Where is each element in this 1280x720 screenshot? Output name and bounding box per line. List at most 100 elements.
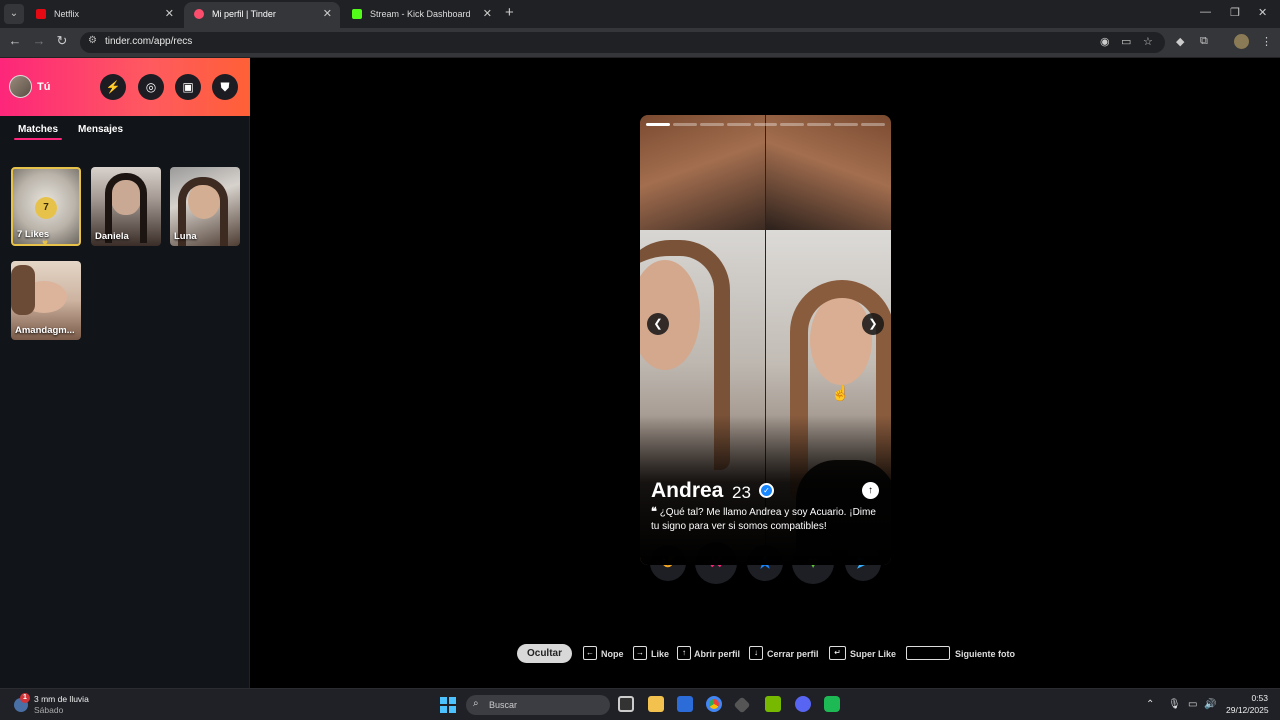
photo-progress-segment[interactable]: [672, 123, 697, 126]
photo-progress-segment[interactable]: [699, 123, 724, 126]
key-left-icon: ←: [583, 646, 597, 660]
photo-progress-segment[interactable]: [726, 123, 751, 126]
browser-tab-strip: ⌄ Netflix ✕ Mi perfil | Tinder ✕ Stream …: [0, 0, 1280, 28]
extension-diamond-icon[interactable]: ◆: [1176, 35, 1184, 48]
key-right-icon: →: [633, 646, 647, 660]
profile-age: 23: [732, 483, 751, 502]
discord-icon[interactable]: [795, 696, 811, 712]
weather-alert-badge: 1: [20, 693, 30, 703]
browser-toolbar: ← → ↻ ⚙ tinder.com/app/recs ◉ ▭ ☆ ◆ ⧉ ⋮: [0, 28, 1280, 57]
search-icon: ⌕: [473, 698, 479, 709]
close-window-icon[interactable]: ✕: [1258, 6, 1267, 19]
restore-icon[interactable]: ❐: [1230, 6, 1240, 19]
next-photo-button[interactable]: ❯: [862, 313, 884, 335]
shield-icon[interactable]: ⛊: [212, 74, 238, 100]
location-icon[interactable]: ◉: [1100, 35, 1110, 48]
key-space-icon: [906, 646, 950, 660]
photo-progress-segment[interactable]: [753, 123, 778, 126]
sidebar: Tú ⚡ ◎ ▣ ⛊ Matches Mensajes 7 7 Likes ♥ …: [0, 58, 250, 688]
new-tab-button[interactable]: +: [505, 4, 514, 21]
boost-icon[interactable]: ⚡: [100, 74, 126, 100]
user-label[interactable]: Tú: [37, 81, 50, 93]
sidebar-header: Tú ⚡ ◎ ▣ ⛊: [0, 58, 250, 116]
photo-progress-segment[interactable]: [646, 123, 670, 126]
tab-matches[interactable]: Matches: [18, 124, 58, 135]
clock-date[interactable]: 29/12/2025: [1226, 705, 1269, 715]
quote-icon: ❝: [651, 506, 657, 518]
key-down-icon: ↓: [749, 646, 763, 660]
chrome-icon[interactable]: [706, 696, 722, 712]
minimize-icon[interactable]: —: [1200, 6, 1211, 18]
tab-search-button[interactable]: ⌄: [4, 4, 24, 24]
hide-shortcuts-button[interactable]: Ocultar: [517, 644, 572, 663]
match-card-amanda[interactable]: Amandagm...: [11, 261, 81, 340]
explore-compass-icon[interactable]: ◎: [138, 74, 164, 100]
bio-text: ¿Qué tal? Me llamo Andrea y soy Acuario.…: [651, 507, 876, 532]
photo-progress-segment[interactable]: [807, 123, 832, 126]
likes-count-badge: 7: [35, 197, 57, 219]
tray-chevron-icon[interactable]: ⌃: [1146, 699, 1154, 710]
windows-start-icon[interactable]: [440, 697, 456, 713]
profile-name: Andrea: [651, 479, 724, 502]
install-app-icon[interactable]: ▭: [1121, 35, 1131, 48]
task-view-icon[interactable]: [618, 696, 634, 712]
reload-icon[interactable]: ↻: [53, 33, 71, 49]
close-tab-icon[interactable]: ✕: [323, 2, 332, 26]
address-bar[interactable]: ⚙ tinder.com/app/recs: [80, 32, 1165, 53]
app-diamond-icon[interactable]: [733, 696, 751, 714]
kick-favicon-icon: [352, 9, 362, 19]
shortcut-super-like-label: Super Like: [850, 649, 897, 659]
match-name: Daniela: [95, 231, 129, 242]
match-photo-hair: [11, 265, 35, 315]
profile-bio: ❝ ¿Qué tal? Me llamo Andrea y soy Acuari…: [651, 505, 883, 534]
clock-time[interactable]: 0:53: [1238, 693, 1268, 703]
microphone-icon[interactable]: 🎙: [1168, 699, 1181, 710]
open-profile-icon[interactable]: ↑: [862, 482, 879, 499]
volume-icon[interactable]: 🔊: [1204, 699, 1216, 710]
key-enter-icon: ↵: [829, 646, 846, 660]
back-icon[interactable]: ←: [6, 33, 24, 48]
match-card-luna[interactable]: Luna: [170, 167, 240, 246]
briefcase-icon[interactable]: ▣: [175, 74, 201, 100]
sidebar-tabs: Matches Mensajes: [0, 124, 250, 144]
tab-tinder[interactable]: Mi perfil | Tinder ✕: [184, 2, 340, 28]
file-explorer-icon[interactable]: [648, 696, 664, 712]
forward-icon[interactable]: →: [30, 33, 48, 48]
photo-progress-segment[interactable]: [834, 123, 859, 126]
app-green-icon[interactable]: [824, 696, 840, 712]
tab-title: Mi perfil | Tinder: [212, 9, 276, 19]
match-card-daniela[interactable]: Daniela: [91, 167, 161, 246]
url-text[interactable]: tinder.com/app/recs: [105, 36, 192, 47]
tab-title: Netflix: [54, 9, 80, 19]
network-icon[interactable]: ▭: [1188, 699, 1197, 710]
likes-card[interactable]: 7 7 Likes: [11, 167, 81, 246]
weather-summary[interactable]: 3 mm de lluvia: [34, 694, 89, 704]
close-tab-icon[interactable]: ✕: [165, 2, 174, 26]
avatar[interactable]: [9, 75, 32, 98]
profile-card[interactable]: ❮ ❯ Andrea 23 ✓ ↑ ❝ ¿Qué tal? Me llamo A…: [640, 115, 891, 565]
tab-kick[interactable]: Stream - Kick Dashboard ✕: [342, 2, 500, 28]
bookmark-star-icon[interactable]: ☆: [1143, 35, 1153, 48]
verified-badge-icon: ✓: [759, 483, 774, 498]
tab-title: Stream - Kick Dashboard: [370, 9, 471, 19]
tab-mensajes[interactable]: Mensajes: [78, 124, 123, 135]
taskbar-search[interactable]: ⌕ Buscar: [466, 695, 610, 715]
store-icon[interactable]: [677, 696, 693, 712]
photo-progress-bar: [646, 123, 886, 126]
shortcut-like-label: Like: [651, 649, 670, 659]
gold-heart-icon: ♥: [42, 238, 48, 249]
photo-progress-segment[interactable]: [861, 123, 886, 126]
close-tab-icon[interactable]: ✕: [483, 2, 492, 26]
menu-kebab-icon[interactable]: ⋮: [1261, 35, 1272, 48]
nvidia-icon[interactable]: [765, 696, 781, 712]
photo-top-right: [766, 115, 891, 230]
weather-day[interactable]: Sábado: [34, 705, 63, 715]
shortcut-nope-label: Nope: [601, 649, 624, 659]
match-name: Amandagm...: [15, 325, 75, 336]
tab-netflix[interactable]: Netflix ✕: [26, 2, 182, 28]
photo-progress-segment[interactable]: [780, 123, 805, 126]
site-info-icon[interactable]: ⚙: [88, 35, 97, 46]
extensions-puzzle-icon[interactable]: ⧉: [1200, 35, 1208, 48]
profile-avatar-icon[interactable]: [1234, 34, 1249, 49]
previous-photo-button[interactable]: ❮: [647, 313, 669, 335]
